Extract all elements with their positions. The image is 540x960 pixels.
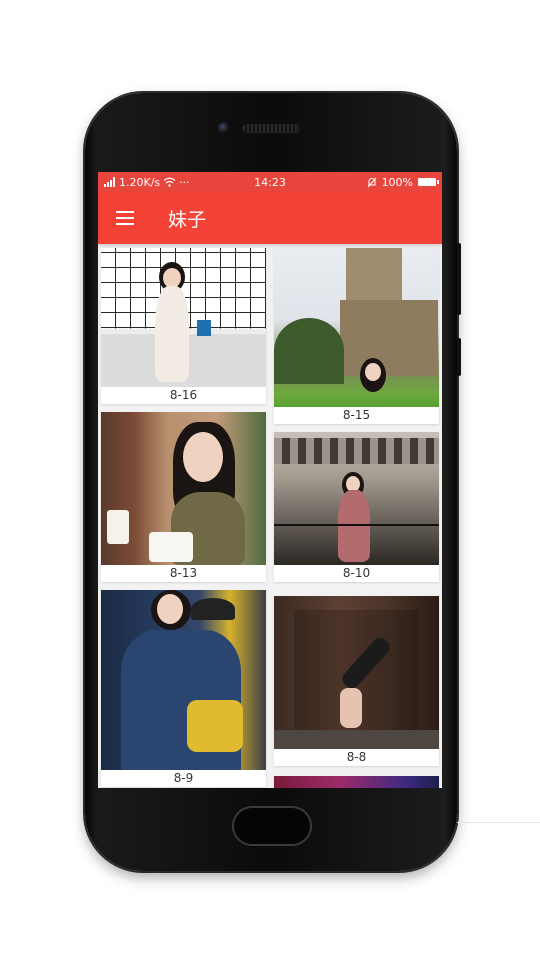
home-button[interactable] (232, 806, 312, 846)
alarm-off-icon (367, 177, 376, 187)
photo-card-8-15[interactable]: 8-15 (274, 248, 439, 424)
volume-key (457, 243, 461, 315)
wifi-icon (163, 177, 176, 187)
photo-date-label: 8-13 (169, 566, 198, 580)
photo-thumbnail (274, 776, 439, 788)
photo-thumbnail (274, 596, 439, 749)
photo-date-label: 8-9 (173, 771, 194, 785)
photo-date-label: 8-10 (342, 566, 371, 580)
photo-card-8-10[interactable]: 8-10 (274, 432, 439, 582)
status-bar: 1.20K/s ··· 14:23 100% (98, 172, 442, 192)
earpiece-speaker (242, 124, 300, 133)
surface-line (457, 822, 540, 823)
photo-grid: 8-16 8-13 8-9 8-15 8-10 8-8 (98, 244, 442, 788)
photo-date-label: 8-15 (342, 408, 371, 422)
status-left: 1.20K/s ··· (104, 176, 215, 189)
battery-percent: 100% (381, 175, 414, 189)
page-title: 妹子 (168, 208, 207, 231)
photo-card-8-8[interactable]: 8-8 (274, 596, 439, 766)
photo-card-8-13[interactable]: 8-13 (101, 412, 266, 582)
photo-thumbnail (101, 590, 266, 770)
photo-thumbnail (274, 432, 439, 565)
photo-thumbnail (274, 248, 439, 407)
battery-icon (418, 178, 440, 186)
app-bar: 妹子 (98, 192, 442, 244)
signal-icon (104, 177, 115, 187)
status-right: 100% (325, 175, 440, 189)
front-camera-icon (218, 122, 230, 134)
network-speed: 1.20K/s (119, 175, 161, 189)
hamburger-menu-icon[interactable] (98, 192, 154, 244)
photo-card-8-9[interactable]: 8-9 (101, 590, 266, 787)
more-dots-icon: ··· (179, 175, 190, 189)
photo-date-label: 8-8 (346, 750, 367, 764)
power-key (457, 338, 461, 376)
phone-screen: 1.20K/s ··· 14:23 100% 妹子 8-16 8-13 8-9 … (98, 172, 442, 788)
status-time: 14:23 (254, 175, 286, 189)
photo-card-8-16[interactable]: 8-16 (101, 248, 266, 404)
photo-thumbnail (101, 412, 266, 565)
photo-thumbnail (101, 248, 266, 387)
photo-card-partial[interactable] (274, 776, 439, 788)
photo-date-label: 8-16 (169, 388, 198, 402)
